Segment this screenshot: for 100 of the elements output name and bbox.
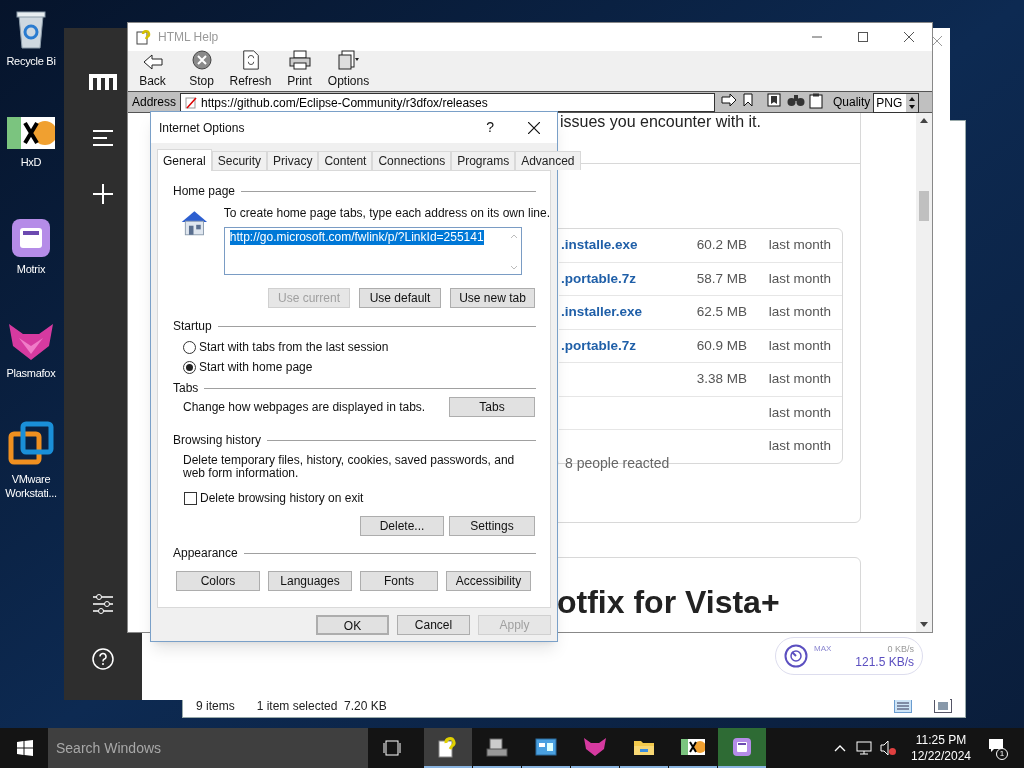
dialog-button[interactable]: Accessibility xyxy=(446,571,531,591)
dialog-button[interactable]: Colors xyxy=(176,571,260,591)
maximize-icon[interactable] xyxy=(858,32,868,42)
asset-link[interactable]: .portable.7z xyxy=(561,270,636,286)
group-label: Appearance xyxy=(173,545,238,562)
app-window-icon xyxy=(732,737,752,757)
tabs-description: Change how webpages are displayed in tabs. xyxy=(183,399,427,416)
close-icon[interactable] xyxy=(528,121,540,134)
plus-icon[interactable] xyxy=(93,184,113,204)
bookmark-page-icon[interactable] xyxy=(767,93,781,107)
notification-center-button[interactable]: 1 xyxy=(988,738,1008,758)
dialog-button[interactable]: Languages xyxy=(268,571,352,591)
status-item-count: 9 items xyxy=(196,698,235,715)
task-view-icon[interactable] xyxy=(383,740,401,756)
dialog-button[interactable]: Tabs xyxy=(449,397,535,417)
radio-button[interactable] xyxy=(183,340,196,354)
windows-start-icon[interactable] xyxy=(17,740,33,756)
asset-date: last month xyxy=(768,337,831,353)
desktop-icon-label[interactable]: Recycle Bi xyxy=(6,54,56,68)
bookmark-icon[interactable] xyxy=(743,93,753,107)
dialog-tab[interactable]: Content xyxy=(318,151,373,170)
asset-link[interactable]: .installer.exe xyxy=(561,304,643,320)
dialog-button[interactable]: Cancel xyxy=(397,614,470,635)
release-heading: otfix for Vista+ xyxy=(557,583,780,622)
dialog-button[interactable]: Fonts xyxy=(360,571,438,591)
toolbar-button[interactable]: Stop xyxy=(177,50,226,90)
clipboard-icon[interactable] xyxy=(809,93,823,109)
scroll-arrows-icon xyxy=(508,232,519,272)
toolbar-button[interactable]: Print xyxy=(275,50,324,90)
quality-spinner[interactable]: PNG xyxy=(873,93,920,113)
search-field[interactable]: Search Windows xyxy=(48,728,368,768)
dialog-button[interactable]: Settings xyxy=(449,516,535,536)
speed-limit-label: MAX xyxy=(814,644,832,653)
dialog-title: Internet Options xyxy=(159,119,245,137)
spinner-arrows-icon[interactable] xyxy=(906,94,919,112)
toolbar-button[interactable]: Back xyxy=(128,50,177,90)
checkbox-label: Delete browsing history on exit xyxy=(200,490,364,507)
help-document-icon xyxy=(136,29,152,45)
address-field[interactable]: https://github.com/Eclipse-Community/r3dfox/releases xyxy=(180,93,715,112)
dialog-tab[interactable]: Security xyxy=(211,151,268,170)
speedometer-icon xyxy=(784,644,808,668)
taskbar-app[interactable] xyxy=(718,728,766,768)
fox-face-icon xyxy=(583,737,607,757)
dialog-tab[interactable]: Connections xyxy=(372,151,452,170)
address-label: Address xyxy=(131,94,178,111)
group-label: Tabs xyxy=(173,380,199,397)
desktop-icon-label[interactable]: Motrix xyxy=(16,262,46,276)
scrollbar[interactable] xyxy=(916,113,932,632)
asset-size: 62.5 MB xyxy=(696,304,747,320)
desktop-icon-label[interactable]: Plasmafox xyxy=(6,366,56,380)
asset-size: 60.2 MB xyxy=(696,237,747,253)
menu-icon[interactable] xyxy=(92,129,114,147)
help-icon[interactable] xyxy=(92,648,114,670)
clock-time[interactable]: 11:25 PM xyxy=(915,732,967,748)
dialog-tab[interactable]: General xyxy=(157,149,212,171)
asset-date: last month xyxy=(768,371,831,387)
desktop-icon-label[interactable]: VMware Workstati... xyxy=(0,472,62,500)
scroll-up-icon[interactable] xyxy=(920,118,928,123)
browsing-history-description: Delete temporary files, history, cookies, saved passwords, and web form information. xyxy=(182,454,516,480)
asset-date: last month xyxy=(768,404,831,420)
dialog-button[interactable]: OK xyxy=(316,614,389,635)
dialog-button[interactable]: Delete... xyxy=(360,516,444,536)
dialog-tab[interactable]: Privacy xyxy=(267,151,319,170)
dialog-button[interactable]: Use new tab xyxy=(450,288,535,308)
asset-link[interactable]: .installe.exe xyxy=(561,237,638,253)
chevron-up-icon[interactable] xyxy=(834,744,846,752)
folder-icon xyxy=(633,738,655,756)
taskbar-app[interactable] xyxy=(424,728,472,768)
home-page-field[interactable]: http://go.microsoft.com/fwlink/p/?LinkId=255141 xyxy=(223,227,522,275)
fox-face-icon xyxy=(7,322,55,362)
toolbar-button[interactable]: Options xyxy=(324,50,373,90)
network-icon[interactable] xyxy=(856,740,872,756)
clock-date[interactable]: 12/22/2024 xyxy=(910,748,972,764)
group-label: Startup xyxy=(173,318,212,335)
asset-link[interactable]: .portable.7z xyxy=(561,337,636,353)
binoculars-icon[interactable] xyxy=(787,93,805,107)
window-panel-icon xyxy=(535,738,557,756)
toolbar-button[interactable]: Refresh xyxy=(226,50,275,90)
asset-size: 3.38 MB xyxy=(696,371,747,387)
help-button[interactable]: ? xyxy=(486,117,494,138)
muted-speaker-icon[interactable] xyxy=(880,740,896,756)
home-page-instruction: To create home page tabs, type each address on its own line. xyxy=(223,205,550,222)
settings-sliders-icon[interactable] xyxy=(92,594,114,614)
dialog-tab[interactable]: Advanced xyxy=(515,151,581,170)
dialog-tab[interactable]: Programs xyxy=(451,151,516,170)
asset-date: last month xyxy=(768,438,831,454)
close-icon[interactable] xyxy=(904,32,914,42)
scroll-down-icon[interactable] xyxy=(920,622,928,627)
radio-button[interactable] xyxy=(183,360,196,374)
status-selection: 1 item selected 7.20 KB xyxy=(256,698,387,715)
desktop-icon-label[interactable]: HxD xyxy=(20,155,42,169)
checkbox[interactable] xyxy=(184,491,197,505)
back-arrow-icon xyxy=(142,54,163,70)
go-arrow-icon[interactable] xyxy=(721,93,737,107)
asset-date: last month xyxy=(768,304,831,320)
recycle-bin-icon xyxy=(13,8,49,50)
overlapping-squares-icon xyxy=(7,420,55,468)
dialog-button[interactable]: Use default xyxy=(359,288,441,308)
scroll-thumb[interactable] xyxy=(919,191,929,221)
logo-icon[interactable] xyxy=(89,72,117,92)
